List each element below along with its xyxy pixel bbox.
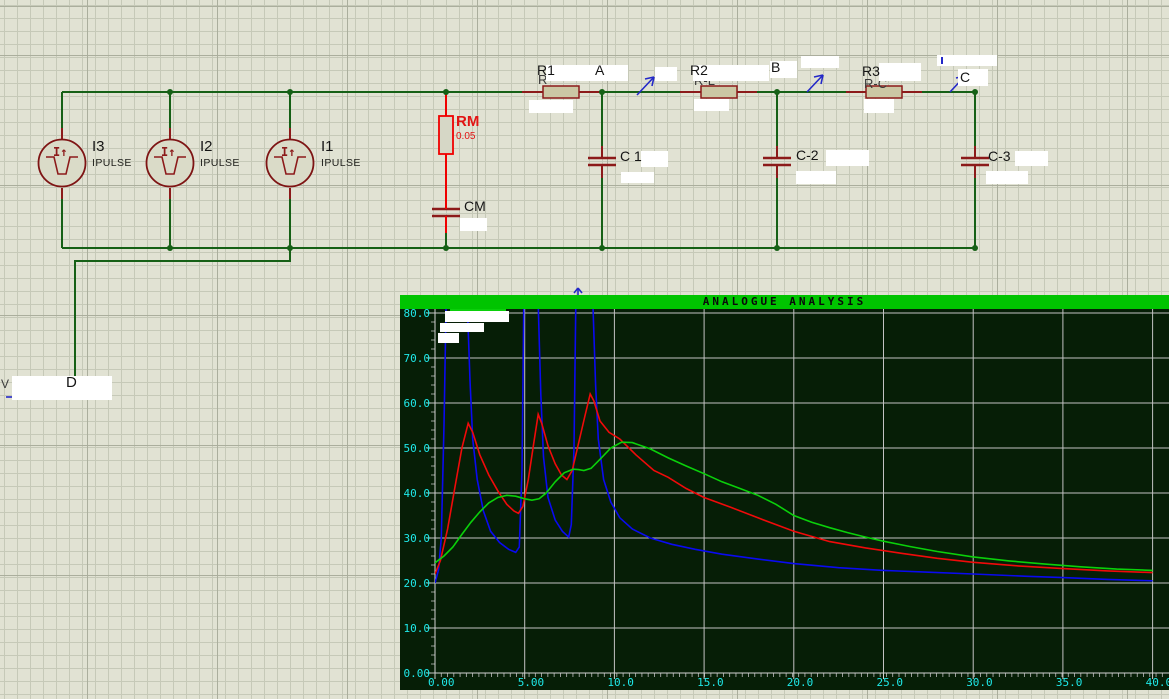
legend-redaction-patch [438, 333, 459, 343]
r3-ref-label[interactable]: R3 [862, 64, 880, 78]
graph-title-bar[interactable]: ANALOGUE ANALYSIS [400, 295, 1169, 309]
cm-ref-label[interactable]: CM [464, 199, 486, 213]
redaction-patch [460, 218, 487, 231]
svg-text:70.0: 70.0 [404, 352, 431, 365]
source-ref-label[interactable]: I1 [321, 139, 334, 154]
node-a-label[interactable]: A [595, 63, 604, 77]
analysis-plot[interactable]: 0.00 5.00 10.0 15.0 20.0 25.0 30.0 35.0 40.0 0.00… [400, 309, 1169, 690]
resistor-r1 [542, 85, 580, 99]
redaction-patch [1015, 151, 1048, 166]
svg-text:50.0: 50.0 [404, 442, 431, 455]
plot-axes [434, 309, 1169, 674]
source-ref-label[interactable]: I2 [200, 139, 213, 154]
current-arrow-glyph: I↑ [53, 145, 67, 159]
redaction-patch [641, 151, 668, 167]
redaction-patch [826, 150, 869, 166]
current-arrow-glyph: I↑ [161, 145, 175, 159]
c1-ref-label[interactable]: C 1 [620, 149, 642, 163]
current-sources[interactable]: I↑ I↑ I↑ [37, 138, 315, 188]
resistor-rm [438, 115, 454, 155]
redaction-patch [864, 99, 894, 113]
svg-text:40.0: 40.0 [1146, 676, 1169, 689]
redaction-patch [879, 63, 921, 81]
redaction-patch [12, 376, 112, 400]
r1-ref-label[interactable]: R1 [537, 63, 555, 77]
covered-label-fragment: V [1, 377, 10, 391]
redaction-patch [796, 171, 836, 184]
svg-text:5.00: 5.00 [518, 676, 545, 689]
axis-tick-labels: 0.00 5.00 10.0 15.0 20.0 25.0 30.0 35.0 40.0 0.00… [404, 309, 1169, 689]
r2-ref-label[interactable]: R2 [690, 63, 708, 77]
svg-text:25.0: 25.0 [877, 676, 904, 689]
legend-redaction-patch [445, 311, 509, 322]
redaction-patch [621, 172, 654, 183]
c3-ref-label[interactable]: C-3 [988, 149, 1011, 163]
svg-text:10.0: 10.0 [404, 622, 431, 635]
svg-text:20.0: 20.0 [787, 676, 814, 689]
probe-mark-fragment [941, 57, 943, 64]
rm-value-label[interactable]: 0.05 [456, 132, 475, 142]
current-arrow-glyph: I↑ [281, 145, 295, 159]
analogue-analysis-window[interactable]: ANALOGUE ANALYSIS 0.00 5.00 10.0 15.0 20.0 25… [400, 295, 1169, 690]
rm-ref-label[interactable]: RM [456, 114, 479, 129]
plot-gridlines [434, 309, 1169, 674]
source-ref-label[interactable]: I3 [92, 139, 105, 154]
plot-ticks [427, 312, 1163, 679]
svg-text:35.0: 35.0 [1056, 676, 1083, 689]
redaction-patch [937, 55, 997, 66]
node-b-label[interactable]: B [771, 60, 780, 74]
source-current-glyphs: I↑ I↑ I↑ [53, 145, 295, 159]
voltage-probe-b-icon [806, 74, 824, 93]
svg-text:30.0: 30.0 [404, 532, 431, 545]
rm-selected-branch[interactable] [438, 92, 454, 233]
svg-text:80.0: 80.0 [404, 309, 431, 320]
svg-text:10.0: 10.0 [607, 676, 634, 689]
svg-text:60.0: 60.0 [404, 397, 431, 410]
source-model-label[interactable]: IPULSE [200, 158, 240, 169]
c2-ref-label[interactable]: C-2 [796, 148, 819, 162]
source-model-label[interactable]: IPULSE [92, 158, 132, 169]
proteus-workspace: I↑ I↑ I↑ R R-L R-C V [0, 0, 1169, 699]
capacitor-plates[interactable] [432, 156, 989, 218]
wire-to-terminal-d [74, 248, 291, 378]
redaction-patch [529, 100, 573, 113]
svg-text:0.00: 0.00 [404, 667, 431, 680]
svg-text:0.00: 0.00 [428, 676, 455, 689]
node-d-label[interactable]: D [66, 375, 77, 390]
svg-text:15.0: 15.0 [697, 676, 724, 689]
redaction-patch [655, 67, 677, 81]
svg-text:20.0: 20.0 [404, 577, 431, 590]
svg-text:30.0: 30.0 [966, 676, 993, 689]
redaction-patch [986, 171, 1028, 184]
legend-redaction-patch [440, 323, 484, 332]
source-model-label[interactable]: IPULSE [321, 158, 361, 169]
component-pins [61, 91, 976, 199]
node-c-label[interactable]: C [960, 70, 970, 84]
redaction-patch [546, 65, 628, 81]
redaction-patch [801, 56, 839, 68]
redaction-patch [694, 99, 729, 111]
svg-text:40.0: 40.0 [404, 487, 431, 500]
